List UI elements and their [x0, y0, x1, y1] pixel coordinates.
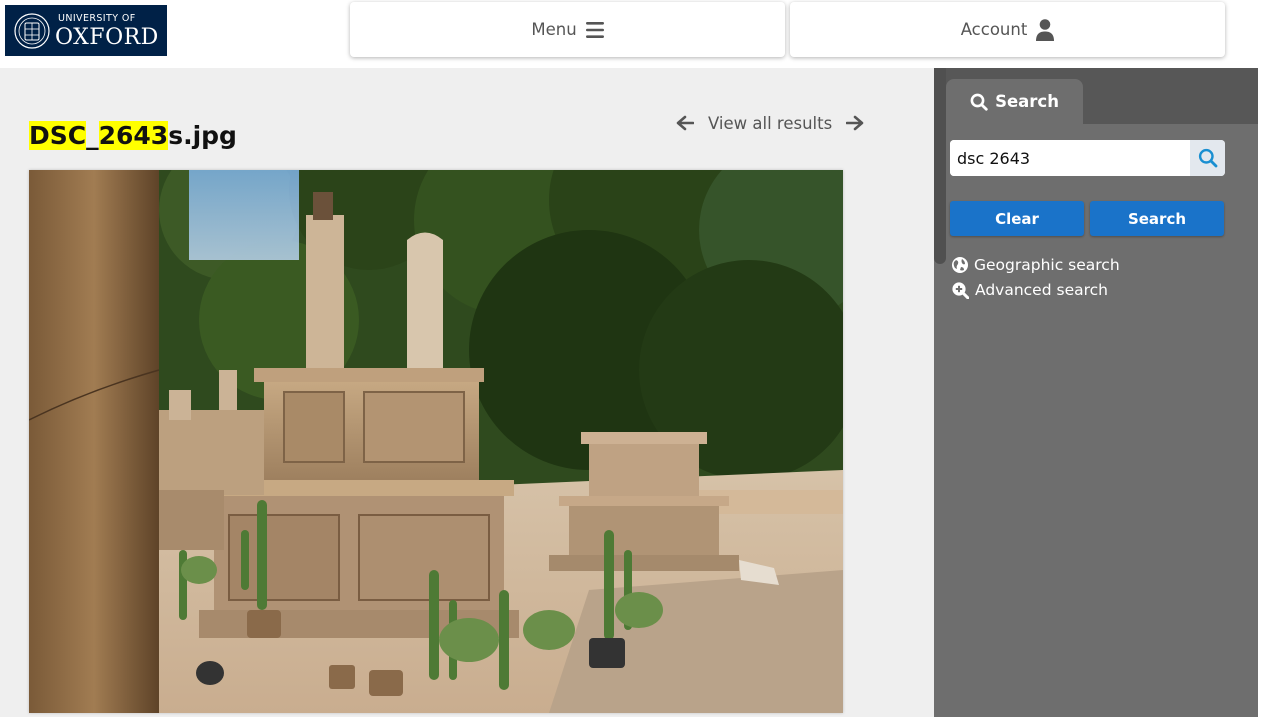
title-text: _ — [86, 121, 99, 150]
account-button[interactable]: Account — [790, 2, 1225, 57]
menu-button[interactable]: Menu — [350, 2, 785, 57]
logo-text-main: OXFORD — [55, 25, 159, 50]
clear-button[interactable]: Clear — [950, 201, 1084, 236]
arrow-right-icon[interactable] — [844, 112, 866, 134]
site-header: UNIVERSITY OF OXFORD Menu Account — [0, 0, 1264, 68]
geographic-search-label: Geographic search — [974, 256, 1120, 274]
geographic-search-link[interactable]: Geographic search — [952, 256, 1120, 274]
globe-icon — [952, 257, 968, 273]
result-navigation: View all results — [674, 112, 866, 134]
account-label: Account — [960, 20, 1028, 39]
search-submit-button[interactable] — [1190, 140, 1225, 176]
magnifier-icon — [1198, 148, 1217, 168]
logo-text-top: UNIVERSITY OF — [58, 13, 136, 24]
cemetery-photo — [29, 170, 843, 713]
oxford-crest-icon — [14, 13, 50, 49]
search-field — [950, 140, 1225, 176]
user-icon — [1036, 18, 1055, 41]
menu-label: Menu — [531, 20, 577, 39]
view-all-results-link[interactable]: View all results — [708, 114, 832, 133]
sidebar-scrollbar[interactable] — [934, 68, 946, 264]
title-highlight: 2643 — [98, 121, 169, 150]
record-panel: DSC_2643s.jpg View all results — [0, 68, 934, 717]
zoom-plus-icon — [952, 281, 969, 299]
record-image[interactable] — [29, 170, 843, 713]
search-button[interactable]: Search — [1090, 201, 1224, 236]
arrow-left-icon[interactable] — [674, 112, 696, 134]
page-edge — [1258, 68, 1264, 717]
record-title: DSC_2643s.jpg — [29, 121, 237, 150]
search-input[interactable] — [950, 140, 1190, 176]
advanced-search-label: Advanced search — [975, 281, 1108, 299]
tab-search-label: Search — [995, 92, 1059, 111]
hamburger-icon — [585, 21, 604, 38]
title-highlight: DSC — [29, 121, 87, 150]
magnifier-icon — [970, 93, 988, 111]
advanced-search-link[interactable]: Advanced search — [952, 281, 1108, 299]
tab-search[interactable]: Search — [946, 79, 1083, 124]
title-text: s.jpg — [168, 121, 237, 150]
oxford-logo[interactable]: UNIVERSITY OF OXFORD — [5, 5, 167, 56]
